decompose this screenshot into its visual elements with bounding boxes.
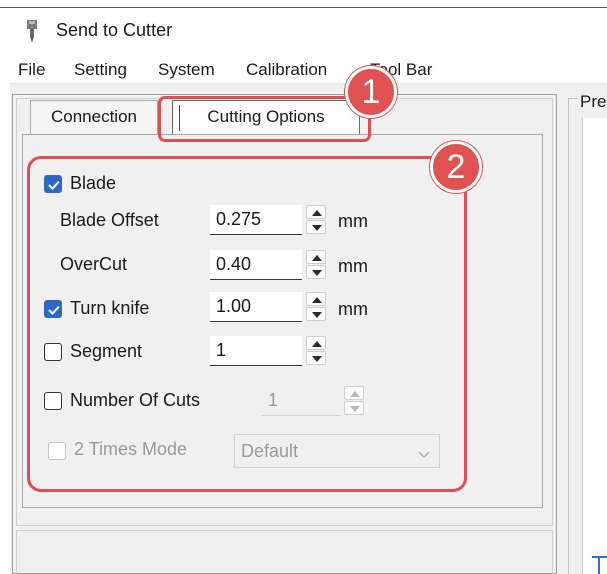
menu-calibration[interactable]: Calibration xyxy=(246,60,327,80)
tab-connection[interactable]: Connection xyxy=(30,100,158,134)
menu-setting[interactable]: Setting xyxy=(74,60,127,80)
window-title: Send to Cutter xyxy=(56,20,173,40)
preview-origin-marker-vertical xyxy=(598,556,600,574)
menu-file[interactable]: File xyxy=(18,60,45,80)
callout-badge-1: 1 xyxy=(345,66,397,118)
window-top-border xyxy=(0,0,607,8)
preview-label: Pre xyxy=(578,92,607,112)
cutter-app-icon xyxy=(26,20,38,44)
menu-system[interactable]: System xyxy=(158,60,215,80)
callout-badge-2: 2 xyxy=(430,141,482,193)
preview-canvas[interactable] xyxy=(582,118,607,574)
window-left-edge xyxy=(0,8,10,574)
tab-connection-label: Connection xyxy=(50,107,137,126)
callout-highlight-1 xyxy=(158,96,371,142)
status-area xyxy=(16,530,553,574)
callout-highlight-2 xyxy=(27,156,467,492)
